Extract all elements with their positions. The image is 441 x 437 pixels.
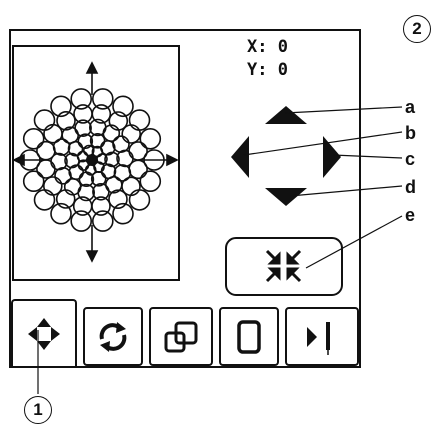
callout-e: e xyxy=(405,205,416,225)
figure-number-badge: 2 xyxy=(403,15,431,43)
callout-lines xyxy=(37,106,403,394)
callout-c: c xyxy=(405,149,416,169)
tab-callout-badge: 1 xyxy=(24,396,52,424)
callout-a: a xyxy=(405,97,416,117)
callout-d: d xyxy=(405,177,416,197)
callout-b: b xyxy=(405,123,416,143)
